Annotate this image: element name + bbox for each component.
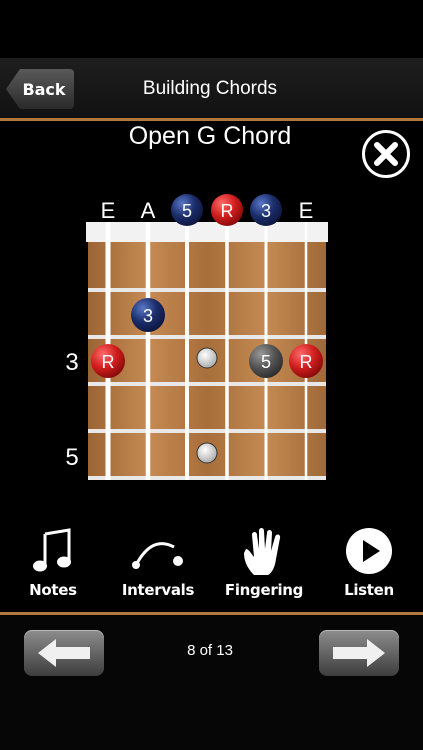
note-marker-third: 3 — [131, 298, 165, 332]
intervals-tool-button[interactable]: Intervals — [113, 525, 203, 605]
close-icon — [374, 142, 398, 166]
open-marker-d: 5 — [171, 194, 203, 226]
page-title: Building Chords — [142, 78, 278, 99]
header-divider — [0, 118, 423, 121]
listen-tool-button[interactable]: Listen — [324, 525, 414, 605]
open-marker-d-label: 5 — [182, 201, 192, 221]
hand-icon — [244, 528, 281, 575]
open-marker-g: R — [211, 194, 243, 226]
note-marker-root-high: R — [289, 344, 323, 378]
note-marker-root-low: R — [91, 344, 125, 378]
back-button[interactable]: Back — [6, 69, 74, 109]
fretboard: E A 5 R 3 E 3 R 5 R 3 5 — [65, 194, 328, 480]
page-indicator: 8 of 13 — [187, 642, 233, 659]
previous-button[interactable] — [24, 630, 104, 676]
open-marker-b: 3 — [250, 194, 282, 226]
note-marker-label: R — [300, 352, 313, 372]
listen-label: Listen — [344, 581, 394, 599]
note-marker-label: 5 — [261, 352, 271, 372]
chord-title: Open G Chord — [128, 122, 292, 150]
note-marker-label: R — [102, 352, 115, 372]
arrow-right-icon — [333, 639, 385, 667]
note-marker-label: 3 — [143, 306, 153, 326]
note-marker-fifth: 5 — [249, 344, 283, 378]
string-name-e-low: E — [101, 198, 116, 223]
next-button[interactable] — [319, 630, 399, 676]
arrow-left-icon — [38, 639, 90, 667]
fret-number-5: 5 — [65, 444, 78, 471]
intervals-arc-icon — [132, 542, 183, 569]
nut — [86, 222, 328, 242]
fret-inlay — [196, 347, 218, 369]
fingering-tool-button[interactable]: Fingering — [219, 525, 309, 605]
close-button[interactable] — [362, 130, 410, 178]
string-name-a: A — [141, 198, 156, 223]
notes-label: Notes — [29, 581, 77, 599]
notes-tool-button[interactable]: Notes — [8, 525, 98, 605]
play-icon — [346, 528, 392, 574]
open-marker-b-label: 3 — [261, 201, 271, 221]
fret-number-3: 3 — [65, 349, 78, 376]
fret-inlay — [196, 442, 218, 464]
music-note-icon — [33, 528, 71, 572]
string-name-e-high: E — [299, 198, 314, 223]
open-marker-g-label: R — [221, 201, 234, 221]
fingering-label: Fingering — [224, 581, 304, 599]
intervals-label: Intervals — [121, 581, 195, 599]
